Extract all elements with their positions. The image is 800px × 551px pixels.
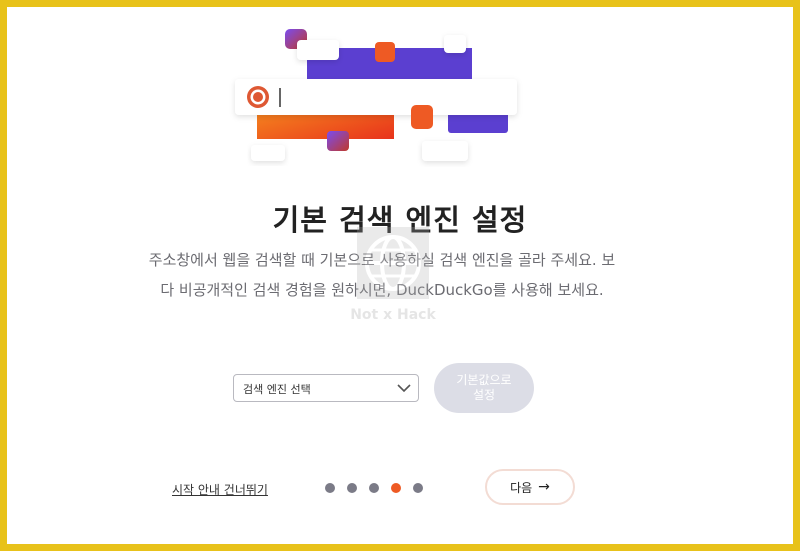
arrow-right-icon: → xyxy=(538,479,550,495)
pagination-dot-active[interactable] xyxy=(391,483,401,493)
skip-onboarding-link[interactable]: 시작 안내 건너뛰기 xyxy=(172,481,268,498)
pagination-dot[interactable] xyxy=(369,483,379,493)
search-engine-select[interactable]: 검색 엔진 선택 xyxy=(233,374,419,402)
pagination-dot[interactable] xyxy=(413,483,423,493)
watermark-globe-icon: Not x Hack xyxy=(350,227,436,323)
next-button[interactable]: 다음 → xyxy=(485,469,575,505)
pagination-dot[interactable] xyxy=(347,483,357,493)
pagination-dot[interactable] xyxy=(325,483,335,493)
chevron-down-icon xyxy=(397,384,411,393)
search-engine-select-value: 검색 엔진 선택 xyxy=(243,383,311,396)
hero-illustration xyxy=(235,29,517,161)
next-button-label: 다음 xyxy=(510,480,533,495)
watermark-text: Not x Hack xyxy=(350,307,436,323)
app-window: 기본 검색 엔진 설정 주소창에서 웹을 검색할 때 기본으로 사용하실 검색 … xyxy=(0,0,800,551)
set-default-button-label: 기본값으로 설정 xyxy=(456,373,512,402)
set-default-button[interactable]: 기본값으로 설정 xyxy=(434,363,534,413)
